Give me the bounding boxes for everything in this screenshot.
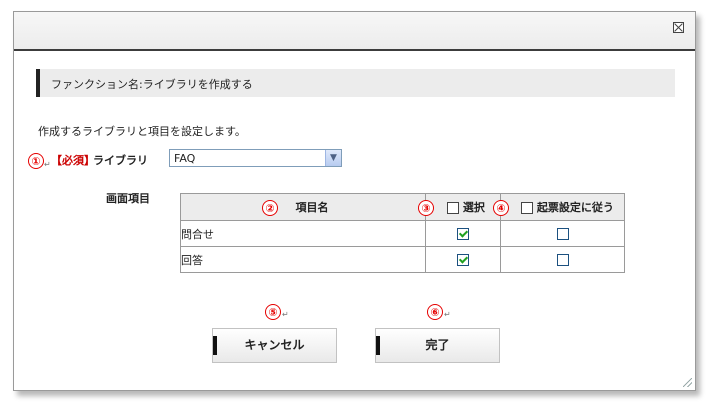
dialog-titlebar <box>14 12 695 51</box>
library-select[interactable]: FAQ ▼ <box>169 149 342 167</box>
select-checkbox[interactable] <box>457 228 469 240</box>
items-table: ② 項目名 ③ 選択 ④ 起票設定に従う 問合せ 回答 <box>180 193 625 273</box>
done-button[interactable]: 完了 <box>375 328 500 363</box>
table-row: 問合せ <box>180 220 625 247</box>
enter-mark: ↵ <box>282 310 289 319</box>
row-select-cell <box>425 220 501 247</box>
header-follow-label: 起票設定に従う <box>536 201 614 214</box>
follow-checkbox[interactable] <box>556 254 569 266</box>
annotation-3: ③ <box>418 200 434 216</box>
row-name: 問合せ <box>180 220 426 247</box>
enter-mark: ↵ <box>44 160 51 169</box>
header-item-name-label: 項目名 <box>295 201 329 214</box>
library-label: ライブラリ <box>93 154 148 167</box>
row-name: 回答 <box>180 246 426 273</box>
follow-all-checkbox[interactable] <box>521 202 534 214</box>
annotation-2: ② <box>262 200 278 216</box>
required-label: 【必須】 <box>51 154 95 167</box>
follow-checkbox[interactable] <box>556 228 569 240</box>
annotation-1: ① <box>28 153 44 169</box>
header-follow: ④ 起票設定に従う <box>493 193 625 221</box>
header-select: ③ 選択 <box>418 193 501 221</box>
resize-grip-icon[interactable] <box>683 378 692 387</box>
library-select-value: FAQ <box>174 152 196 165</box>
table-header-row: ② 項目名 ③ 選択 ④ 起票設定に従う <box>180 193 625 221</box>
row-follow-cell <box>500 220 625 247</box>
cancel-button[interactable]: キャンセル <box>212 328 337 363</box>
annotation-6: ⑥ <box>427 304 443 320</box>
dialog-window: ファンクション名:ライブラリを作成する 作成するライブラリと項目を設定します。 … <box>13 11 696 391</box>
close-icon[interactable] <box>673 22 684 33</box>
row-select-cell <box>425 246 501 273</box>
description-text: 作成するライブラリと項目を設定します。 <box>38 125 246 138</box>
enter-mark: ↵ <box>444 310 451 319</box>
header-item-name: ② 項目名 <box>180 193 426 221</box>
screen-items-label: 画面項目 <box>106 192 150 205</box>
chevron-down-icon[interactable]: ▼ <box>325 150 341 166</box>
header-select-label: 選択 <box>462 201 485 214</box>
function-title: ファンクション名:ライブラリを作成する <box>51 78 253 91</box>
annotation-5: ⑤ <box>265 304 281 320</box>
section-header: ファンクション名:ライブラリを作成する <box>36 69 675 97</box>
select-checkbox[interactable] <box>457 254 469 266</box>
row-follow-cell <box>500 246 625 273</box>
table-row: 回答 <box>180 246 625 273</box>
select-all-checkbox[interactable] <box>447 202 460 214</box>
annotation-4: ④ <box>493 200 509 216</box>
